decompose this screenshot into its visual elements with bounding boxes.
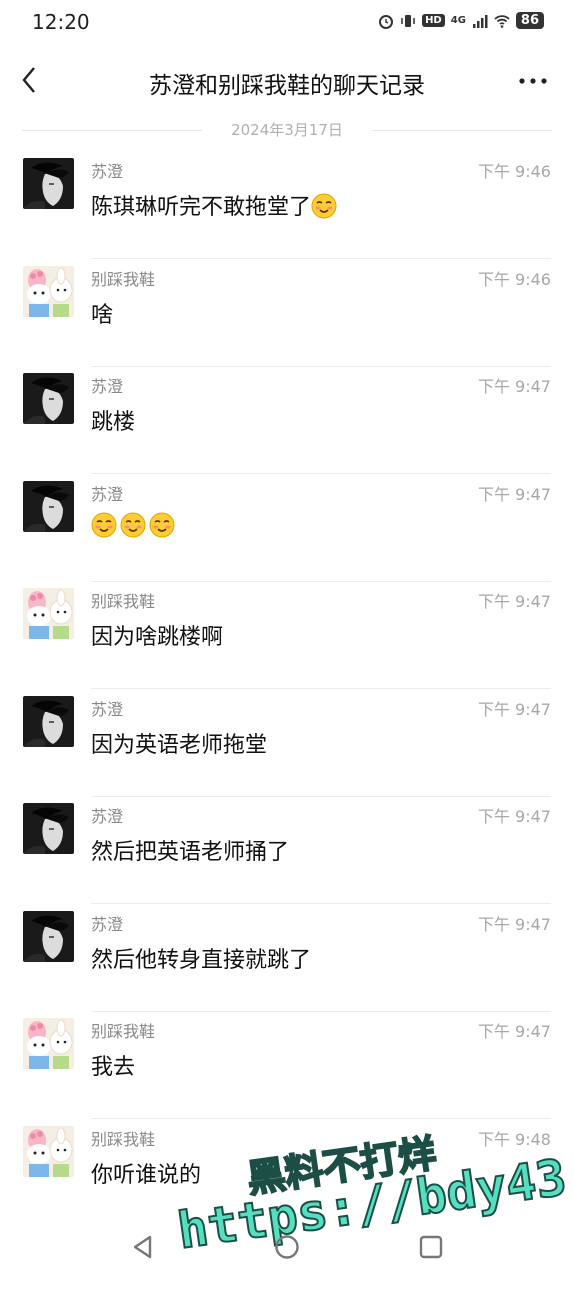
- message-row[interactable]: 苏澄 下午 9:47 跳楼: [0, 367, 574, 474]
- message-time: 下午 9:47: [477, 484, 551, 504]
- sender-name: 苏澄: [91, 162, 124, 181]
- message-text-content: 跳楼: [91, 410, 136, 435]
- message-text: 然后他转身直接就跳了: [91, 942, 311, 974]
- avatar-image: [23, 265, 74, 317]
- message-row[interactable]: 别踩我鞋 下午 9:47 因为啥跳楼啊: [0, 582, 574, 689]
- chat-header: 苏澄和别踩我鞋的聊天记录: [0, 52, 574, 110]
- message-time: 下午 9:47: [477, 914, 551, 934]
- avatar-image: [23, 1018, 74, 1069]
- status-time: 12:20: [32, 10, 90, 34]
- alarm-icon: [379, 14, 394, 29]
- avatar-image: [23, 695, 74, 747]
- message-row[interactable]: 苏澄 下午 9:47 然后把英语老师捅了: [0, 797, 574, 904]
- sender-name: 别踩我鞋: [91, 269, 156, 289]
- system-nav-bar: [0, 1214, 574, 1280]
- sender-name: 别踩我鞋: [91, 1022, 156, 1041]
- avatar-image: [23, 1125, 74, 1177]
- battery-level: 86: [515, 12, 544, 29]
- message-text-content: 陈琪琳听完不敢拖堂了: [91, 195, 312, 220]
- message-text: 啥: [91, 297, 113, 329]
- sender-name: 苏澄: [91, 914, 124, 934]
- message-text-content: 然后把英语老师捅了: [91, 840, 290, 865]
- avatar[interactable]: [23, 588, 74, 639]
- message-row[interactable]: 别踩我鞋 下午 9:46 啥: [0, 260, 574, 367]
- avatar[interactable]: [23, 480, 74, 532]
- message-text: 陈琪琳听完不敢拖堂了: [91, 189, 340, 221]
- message-text: [91, 512, 178, 539]
- sender-name: 苏澄: [91, 377, 124, 396]
- avatar-image: [23, 910, 74, 962]
- avatar-image: [23, 480, 74, 532]
- message-time: 下午 9:47: [477, 592, 551, 611]
- message-text: 因为英语老师拖堂: [91, 727, 267, 759]
- hd-badge: HD: [422, 14, 445, 27]
- avatar[interactable]: [23, 910, 74, 962]
- message-time: 下午 9:47: [477, 699, 551, 719]
- avatar[interactable]: [23, 1018, 74, 1069]
- message-text: 因为啥跳楼啊: [91, 619, 223, 651]
- message-text-content: 然后他转身直接就跳了: [91, 947, 312, 973]
- message-time: 下午 9:46: [477, 269, 551, 289]
- message-row[interactable]: 苏澄 下午 9:47: [0, 475, 574, 582]
- message-text: 跳楼: [91, 404, 135, 436]
- blushing-smile-emoji-icon: [311, 193, 337, 219]
- sender-name: 苏澄: [91, 484, 124, 504]
- avatar-image: [23, 158, 74, 209]
- avatar-image: [23, 803, 74, 854]
- message-row[interactable]: 苏澄 下午 9:47 因为英语老师拖堂: [0, 690, 574, 797]
- message-text-content: 因为啥跳楼啊: [91, 625, 224, 650]
- blushing-smile-emoji-icon: [91, 512, 117, 537]
- avatar[interactable]: [23, 158, 74, 209]
- message-text: 然后把英语老师捅了: [91, 834, 289, 866]
- nav-home-icon[interactable]: [272, 1232, 302, 1262]
- date-line-right: [372, 130, 552, 131]
- page-title: 苏澄和别踩我鞋的聊天记录: [149, 73, 425, 99]
- avatar[interactable]: [23, 1125, 74, 1177]
- status-bar: 12:20 HD 4G 86: [0, 0, 574, 44]
- blushing-smile-emoji-icon: [149, 512, 175, 537]
- sender-name: 别踩我鞋: [91, 1129, 156, 1149]
- status-icons: HD 4G 86: [378, 12, 544, 29]
- avatar-image: [23, 373, 74, 424]
- message-time: 下午 9:47: [477, 377, 551, 396]
- message-time: 下午 9:46: [477, 162, 551, 181]
- more-options-icon[interactable]: [518, 66, 548, 96]
- message-text-content: 因为英语老师拖堂: [91, 732, 268, 758]
- message-text: 我去: [91, 1049, 135, 1081]
- avatar[interactable]: [23, 695, 74, 747]
- sender-name: 苏澄: [91, 807, 124, 826]
- message-text-content: 啥: [91, 302, 114, 328]
- vibrate-icon: [401, 14, 415, 27]
- nav-back-icon[interactable]: [128, 1232, 158, 1262]
- avatar-image: [23, 588, 74, 639]
- avatar[interactable]: [23, 265, 74, 317]
- avatar[interactable]: [23, 803, 74, 854]
- message-text-content: 我去: [91, 1055, 136, 1080]
- message-row[interactable]: 苏澄 下午 9:46 陈琪琳听完不敢拖堂了: [0, 152, 574, 259]
- blushing-smile-emoji-icon: [120, 512, 146, 537]
- message-time: 下午 9:47: [477, 1022, 551, 1041]
- message-row[interactable]: 别踩我鞋 下午 9:47 我去: [0, 1012, 574, 1119]
- sender-name: 别踩我鞋: [91, 592, 156, 611]
- sender-name: 苏澄: [91, 699, 124, 719]
- date-separator: 2024年3月17日: [22, 118, 552, 142]
- signal-icon: [472, 14, 488, 28]
- wifi-icon: [494, 14, 510, 28]
- avatar[interactable]: [23, 373, 74, 424]
- message-time: 下午 9:47: [477, 807, 551, 826]
- nav-recents-icon[interactable]: [416, 1232, 446, 1262]
- network-type: 4G: [450, 15, 466, 26]
- message-row[interactable]: 苏澄 下午 9:47 然后他转身直接就跳了: [0, 905, 574, 1012]
